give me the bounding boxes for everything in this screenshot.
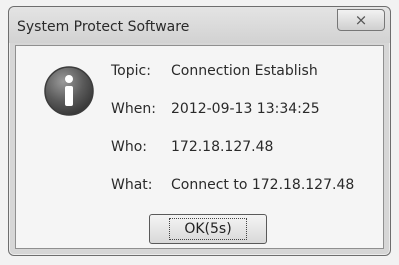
when-label: When:: [111, 101, 156, 117]
ok-button[interactable]: OK(5s): [149, 214, 267, 244]
title-bar[interactable]: System Protect Software ⨯: [9, 7, 390, 43]
what-row: What: Connect to 172.18.127.48: [111, 177, 354, 193]
who-label: Who:: [111, 139, 147, 155]
when-value: 2012-09-13 13:34:25: [171, 101, 320, 117]
window-title: System Protect Software: [17, 19, 190, 35]
when-row: When: 2012-09-13 13:34:25: [111, 101, 320, 117]
topic-row: Topic: Connection Establish: [111, 63, 318, 79]
dialog-body: Topic: Connection Establish When: 2012-09-…: [15, 45, 384, 249]
who-value: 172.18.127.48: [171, 139, 274, 155]
close-button[interactable]: ⨯: [337, 9, 385, 31]
close-icon: ⨯: [354, 10, 368, 29]
info-icon: [44, 66, 94, 116]
topic-label: Topic:: [111, 63, 151, 79]
what-value: Connect to 172.18.127.48: [171, 177, 355, 193]
topic-value: Connection Establish: [171, 63, 318, 79]
ok-button-label: OK(5s): [169, 218, 247, 240]
what-label: What:: [111, 177, 153, 193]
dialog-window: System Protect Software ⨯ Topic: Connecti…: [8, 6, 391, 256]
who-row: Who: 172.18.127.48: [111, 139, 273, 155]
